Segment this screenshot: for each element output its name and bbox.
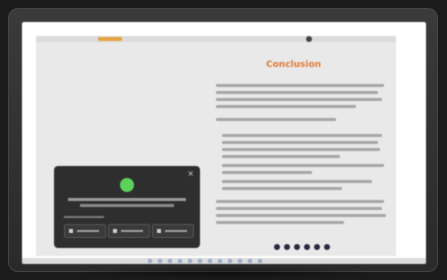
text-line xyxy=(222,180,372,183)
popup-hint-line xyxy=(64,216,104,218)
text-line xyxy=(222,187,342,190)
notification-popup: × xyxy=(54,166,200,248)
text-line xyxy=(216,105,356,108)
tool-icon[interactable] xyxy=(198,259,202,263)
button-label xyxy=(165,230,187,232)
page-dot[interactable] xyxy=(274,244,280,250)
text-line xyxy=(216,207,382,210)
tool-icon[interactable] xyxy=(228,259,232,263)
close-icon[interactable]: × xyxy=(187,170,194,178)
text-line xyxy=(216,98,382,101)
bottom-toolbar xyxy=(22,258,426,264)
text-line xyxy=(216,91,378,94)
text-line xyxy=(216,200,384,203)
tool-icon[interactable] xyxy=(148,259,152,263)
text-line xyxy=(216,221,344,224)
message-icon xyxy=(113,229,117,233)
page-dot[interactable] xyxy=(314,244,320,250)
page-dot[interactable] xyxy=(304,244,310,250)
button-label xyxy=(77,230,99,232)
popup-button[interactable] xyxy=(108,224,150,238)
document-window: Conclusion × xyxy=(36,36,396,256)
screen: Conclusion × xyxy=(22,22,426,264)
popup-button[interactable] xyxy=(152,224,194,238)
document-title: Conclusion xyxy=(266,60,322,70)
text-line xyxy=(222,148,380,151)
page-dot[interactable] xyxy=(324,244,330,250)
text-line xyxy=(222,155,340,158)
tool-icon[interactable] xyxy=(178,259,182,263)
page-indicator xyxy=(274,244,344,252)
page-dot[interactable] xyxy=(284,244,290,250)
tool-icon[interactable] xyxy=(218,259,222,263)
text-line xyxy=(222,171,312,174)
camera-dot xyxy=(306,36,312,42)
toolbar xyxy=(36,36,396,42)
button-label xyxy=(121,230,143,232)
tool-icon[interactable] xyxy=(168,259,172,263)
text-line xyxy=(222,141,378,144)
tool-icon[interactable] xyxy=(158,259,162,263)
text-line xyxy=(222,164,384,167)
copy-icon xyxy=(69,229,73,233)
text-line xyxy=(222,134,382,137)
popup-message-line xyxy=(68,198,186,201)
document-page: Conclusion xyxy=(216,54,386,254)
popup-message-line xyxy=(80,204,174,207)
tool-icon[interactable] xyxy=(208,259,212,263)
tool-icon[interactable] xyxy=(188,259,192,263)
popup-button[interactable] xyxy=(64,224,106,238)
text-line xyxy=(216,214,386,217)
text-line xyxy=(216,84,384,87)
mail-icon xyxy=(157,229,161,233)
text-line xyxy=(216,118,336,121)
tool-icon[interactable] xyxy=(258,259,262,263)
tool-icon[interactable] xyxy=(248,259,252,263)
success-icon xyxy=(120,178,134,192)
device-shadow xyxy=(66,266,380,280)
tool-icon[interactable] xyxy=(238,259,242,263)
page-dot[interactable] xyxy=(294,244,300,250)
active-tab[interactable] xyxy=(98,37,122,41)
